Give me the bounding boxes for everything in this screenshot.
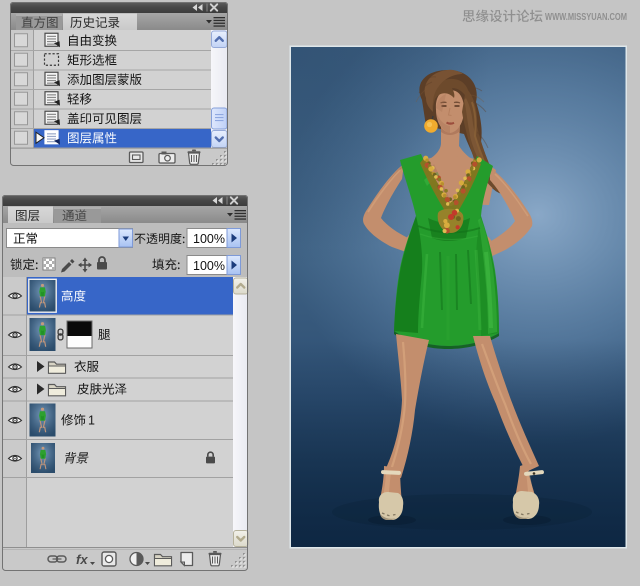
svg-text:1: 1 [88,414,95,428]
svg-text:fx: fx [76,552,88,567]
svg-text:100%: 100% [193,259,225,273]
svg-text:WWW.MISSYUAN.COM: WWW.MISSYUAN.COM [545,12,627,23]
svg-text:100%: 100% [193,232,225,246]
